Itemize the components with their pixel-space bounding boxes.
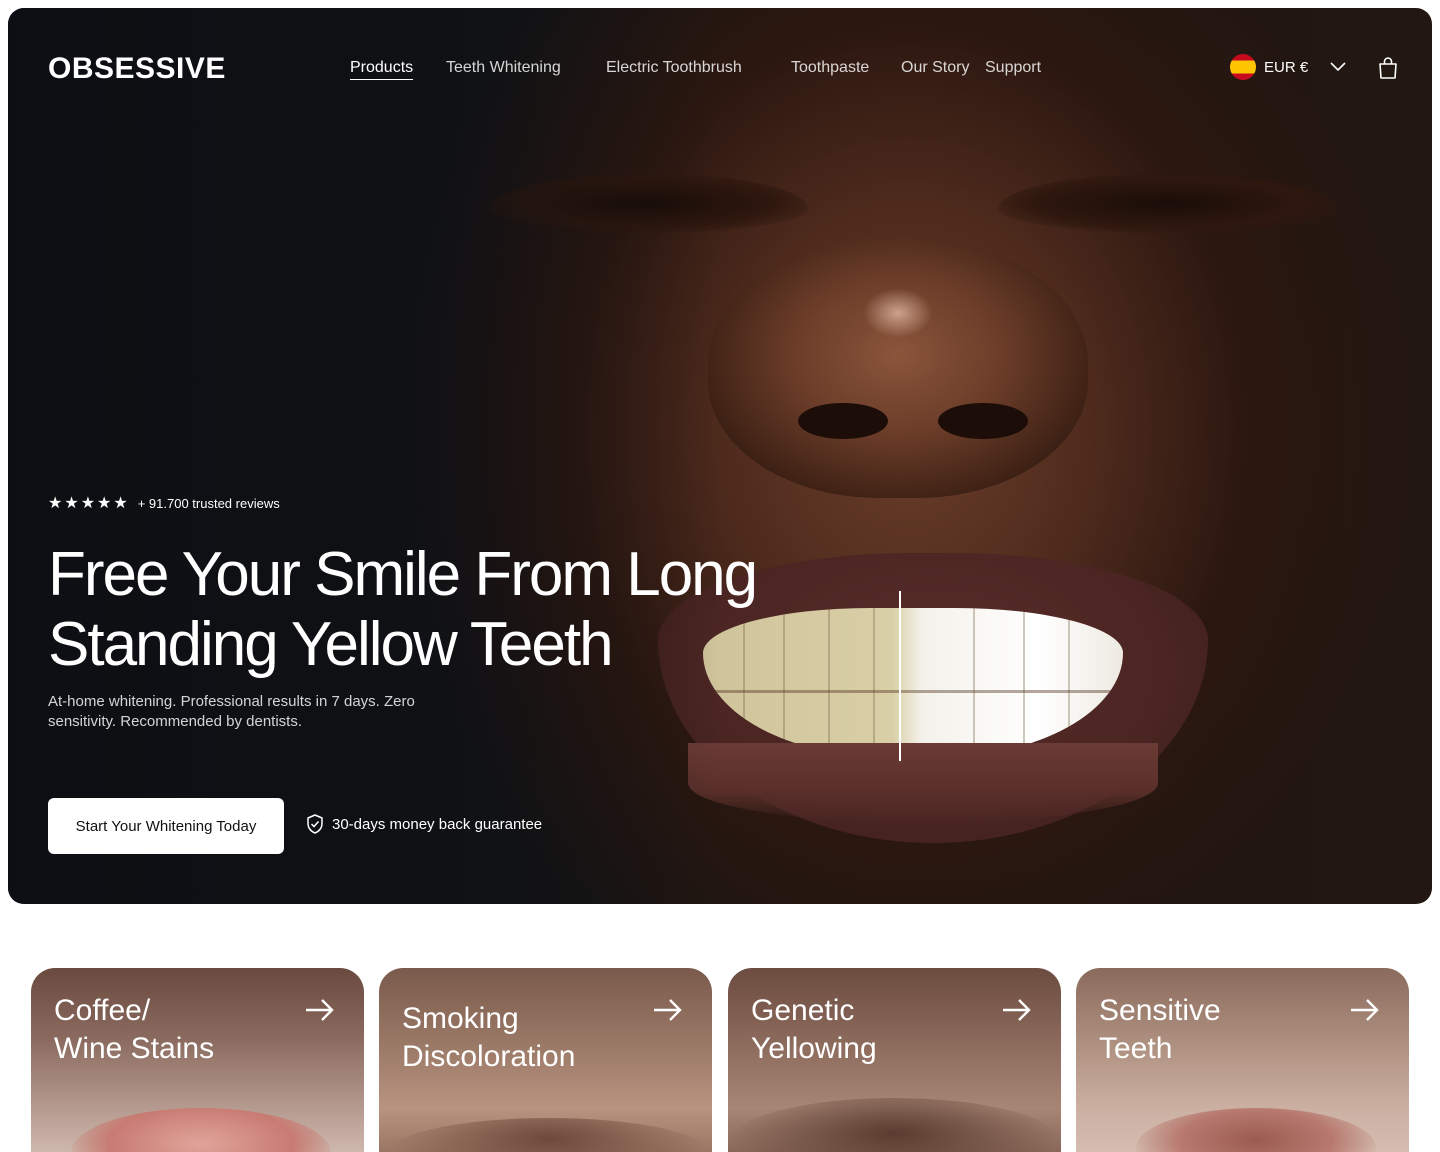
category-title-line-1: Coffee/: [54, 994, 151, 1027]
rating-stars-icon: ★★★★★: [48, 495, 130, 512]
nav-toothpaste[interactable]: Toothpaste: [791, 59, 869, 77]
review-summary: ★★★★★ + 91.700 trusted reviews: [48, 493, 280, 513]
arrow-right-icon: [306, 999, 334, 1021]
category-title-line-1: Sensitive: [1099, 994, 1221, 1027]
category-title: Smoking Discoloration: [402, 1000, 575, 1076]
category-title-line-2: Discoloration: [402, 1040, 576, 1073]
hero-banner: OBSESSIVE Products Teeth Whitening Elect…: [8, 8, 1432, 904]
shield-check-icon: [307, 814, 323, 834]
arrow-right-icon: [654, 999, 682, 1021]
arrow-right-icon: [1351, 999, 1379, 1021]
guarantee-label: 30-days money back guarantee: [332, 815, 543, 833]
hero-overlay: [8, 8, 1432, 904]
category-card-sensitive[interactable]: Sensitive Teeth: [1076, 968, 1409, 1152]
hero-subtext: At-home whitening. Professional results …: [48, 693, 415, 730]
card-smile-image: [389, 1118, 709, 1152]
category-card-coffee-wine[interactable]: Coffee/ Wine Stains: [31, 968, 364, 1152]
hero-headline: Free Your Smile From Long Standing Yello…: [48, 540, 828, 680]
nav-our-story[interactable]: Our Story: [901, 59, 969, 77]
category-card-genetic[interactable]: Genetic Yellowing: [728, 968, 1061, 1152]
brand-logo[interactable]: OBSESSIVE: [48, 52, 226, 86]
nav-products[interactable]: Products: [350, 59, 414, 80]
category-title: Sensitive Teeth: [1099, 992, 1221, 1068]
category-title-line-1: Smoking: [402, 1002, 519, 1035]
nav-teeth-whitening[interactable]: Teeth Whitening: [446, 59, 561, 77]
category-title-line-2: Teeth: [1099, 1032, 1173, 1065]
card-lips-image: [71, 1108, 331, 1152]
category-title-line-1: Genetic: [751, 994, 855, 1027]
currency-label: EUR €: [1264, 58, 1309, 76]
card-beard-image: [728, 1098, 1061, 1152]
card-lips-image: [1136, 1108, 1376, 1152]
currency-selector[interactable]: EUR €: [1230, 54, 1346, 80]
category-title: Coffee/ Wine Stains: [54, 992, 214, 1068]
nav-support[interactable]: Support: [985, 59, 1041, 77]
category-title-line-2: Yellowing: [751, 1032, 877, 1065]
start-whitening-button[interactable]: Start Your Whitening Today: [48, 798, 284, 854]
arrow-right-icon: [1003, 999, 1031, 1021]
category-title-line-2: Wine Stains: [54, 1032, 215, 1065]
reviews-count: + 91.700 trusted reviews: [137, 495, 280, 511]
headline-line-1: Free Your Smile From Long: [48, 540, 758, 609]
nav-electric-toothbrush[interactable]: Electric Toothbrush: [606, 59, 742, 77]
money-back-guarantee: 30-days money back guarantee: [306, 814, 542, 834]
category-title: Genetic Yellowing: [751, 992, 877, 1068]
spain-flag-icon: [1230, 54, 1256, 80]
category-card-smoking[interactable]: Smoking Discoloration: [379, 968, 712, 1152]
shopping-bag-icon[interactable]: [1376, 56, 1400, 80]
chevron-down-icon: [1330, 62, 1346, 72]
headline-line-2: Standing Yellow Teeth: [48, 610, 614, 679]
